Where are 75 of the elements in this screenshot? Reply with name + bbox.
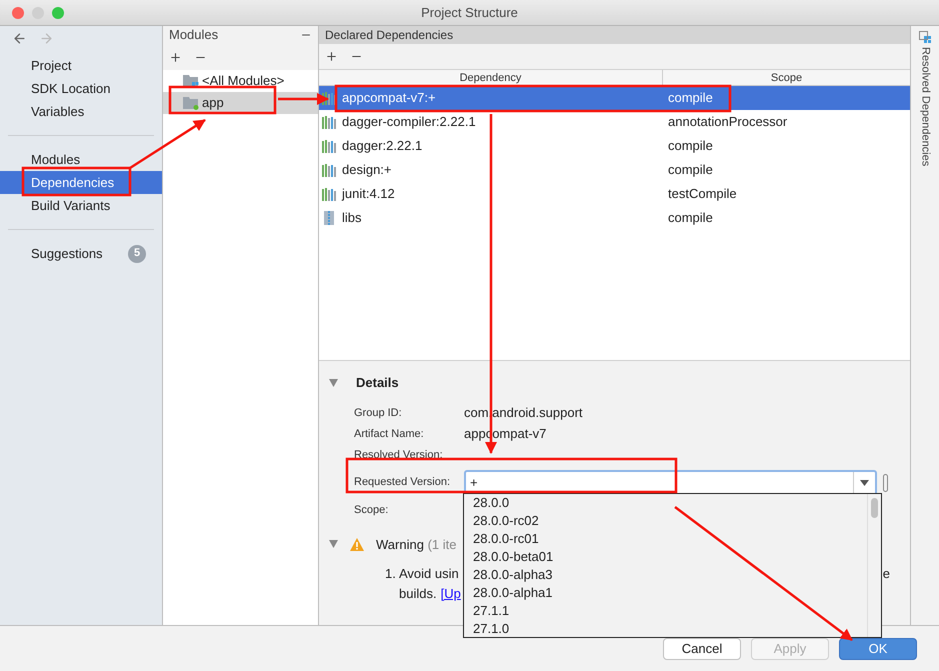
scope-cell-text: compile xyxy=(667,89,713,108)
item-number: 1. xyxy=(385,565,397,583)
warning-text: builds. xyxy=(399,584,437,602)
version-option[interactable]: 27.1.0 xyxy=(473,620,867,638)
version-option[interactable]: 28.0.0-rc02 xyxy=(473,512,867,530)
warning-text: Avoid usin xyxy=(399,565,459,583)
sidebar-item[interactable]: Suggestions 5 xyxy=(0,242,162,265)
dependency-row[interactable]: dagger-compiler:2.22.1 annotationProcessor xyxy=(319,110,910,134)
jar-icon xyxy=(324,211,334,225)
scope-cell-text: compile xyxy=(667,209,713,228)
library-icon xyxy=(322,188,336,200)
expand-triangle-icon[interactable] xyxy=(329,378,338,387)
version-option[interactable]: 27.1.1 xyxy=(473,602,867,620)
dependency-row[interactable]: junit:4.12 testCompile xyxy=(319,182,910,206)
dependency-name: junit:4.12 xyxy=(342,185,395,204)
library-icon xyxy=(322,116,336,128)
scrollbar-thumb[interactable] xyxy=(871,498,878,518)
sidebar-item[interactable]: Project xyxy=(0,54,162,77)
dialog-button[interactable]: Cancel xyxy=(663,638,741,660)
warning-icon xyxy=(350,538,364,551)
expand-triangle-icon[interactable] xyxy=(329,540,338,548)
field-label: Group ID: xyxy=(354,406,403,421)
version-option[interactable]: 28.0.0-rc01 xyxy=(473,530,867,548)
close-button[interactable] xyxy=(12,6,24,18)
library-icon xyxy=(322,92,336,104)
dialog-button[interactable]: OK xyxy=(839,638,917,660)
sidebar-item[interactable]: Build Variants xyxy=(0,194,162,217)
scope-cell-text: compile xyxy=(667,137,713,156)
back-icon[interactable] xyxy=(12,31,27,46)
add-icon[interactable] xyxy=(325,50,338,63)
annotation-arrow xyxy=(278,93,329,105)
dependency-row[interactable]: dagger:2.22.1 compile xyxy=(319,134,910,158)
scope-cell-text: annotationProcessor xyxy=(667,113,788,132)
warning-title: Warning (1 ite xyxy=(376,536,456,554)
scope-cell-text: testCompile xyxy=(667,185,737,204)
side-tab[interactable]: Resolved Dependencies xyxy=(916,47,934,166)
folder-icon xyxy=(183,74,199,88)
dependency-name: dagger:2.22.1 xyxy=(342,137,422,156)
folder-icon xyxy=(183,96,199,110)
dependency-name: appcompat-v7:+ xyxy=(342,89,436,108)
add-icon[interactable] xyxy=(169,50,182,64)
zoom-button[interactable] xyxy=(52,6,64,18)
dependency-name: dagger-compiler:2.22.1 xyxy=(342,113,476,132)
dependency-name: libs xyxy=(342,209,362,228)
sidebar-item[interactable]: Variables xyxy=(0,100,162,123)
count-badge: 5 xyxy=(128,244,146,262)
module-item[interactable]: <All Modules> xyxy=(163,70,318,92)
dependency-row[interactable]: design:+ compile xyxy=(319,158,910,182)
version-option[interactable]: 28.0.0 xyxy=(473,494,867,512)
dependency-row[interactable]: libs compile xyxy=(319,206,910,230)
scroll-handle[interactable] xyxy=(883,474,888,492)
version-option[interactable]: 28.0.0-beta01 xyxy=(473,548,867,566)
dropdown-triangle-icon xyxy=(860,480,869,486)
version-option[interactable]: 28.0.0-alpha3 xyxy=(473,566,867,584)
dependency-row[interactable]: appcompat-v7:+ compile xyxy=(319,86,910,110)
update-link[interactable]: [Up xyxy=(440,584,461,603)
column-header[interactable]: Scope xyxy=(663,70,910,85)
window-title: Project Structure xyxy=(421,4,518,22)
field-label: Artifact Name: xyxy=(354,426,425,442)
field-label: Requested Version: xyxy=(354,475,452,490)
column-header[interactable]: Dependency xyxy=(319,70,663,85)
dependency-name: design:+ xyxy=(342,161,392,180)
dependencies-icon xyxy=(919,31,931,43)
library-icon xyxy=(322,140,336,152)
warning-text: e xyxy=(882,565,890,583)
panel-title: Modules xyxy=(169,26,218,44)
sidebar-item[interactable]: Dependencies xyxy=(0,171,162,194)
version-option[interactable]: 28.0.0-alpha1 xyxy=(473,584,867,602)
field-label: Scope: xyxy=(354,502,390,518)
panel-header: Declared Dependencies xyxy=(319,26,910,44)
section-title: Details xyxy=(356,374,399,392)
scope-cell-text: compile xyxy=(667,161,713,180)
library-icon xyxy=(322,164,336,176)
sidebar-item[interactable]: SDK Location xyxy=(0,77,162,100)
sidebar-item[interactable]: Modules xyxy=(0,148,162,171)
